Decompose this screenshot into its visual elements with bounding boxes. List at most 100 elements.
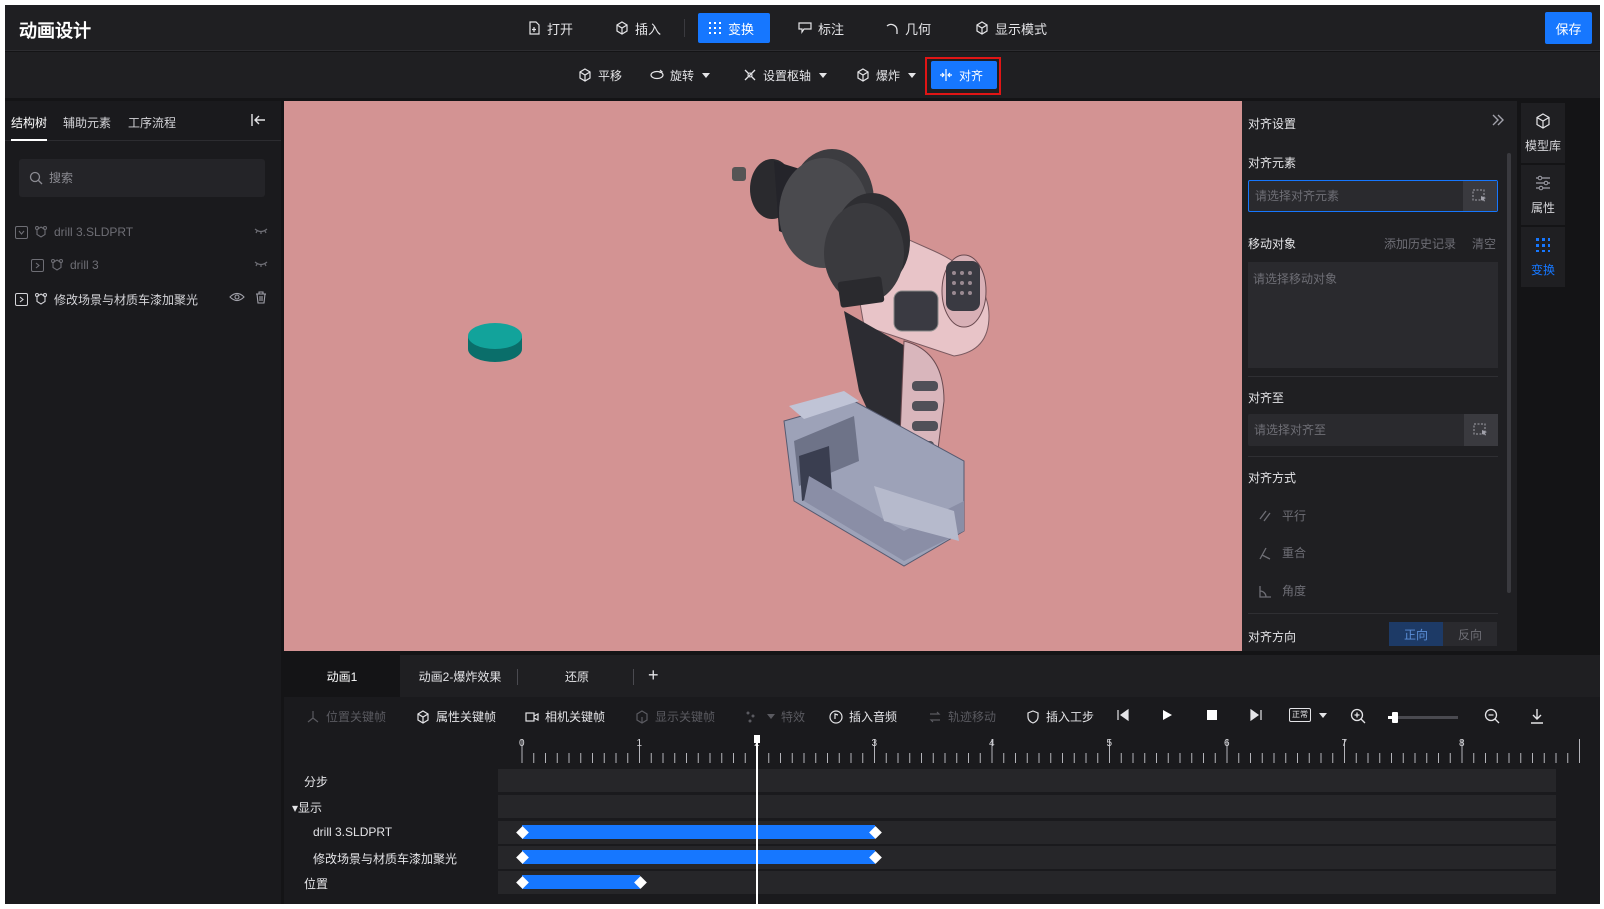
clear-link[interactable]: 清空 [1472,235,1496,252]
model-library-tab[interactable]: 模型库 [1521,103,1565,163]
tab-helper-elements[interactable]: 辅助元素 [63,114,111,131]
display-mode-button[interactable]: 显示模式 [965,13,1057,43]
collapse-panel-icon[interactable] [251,113,267,130]
display-keyframe-button[interactable]: 显示关键帧 [635,708,715,725]
download-icon[interactable] [1530,708,1544,724]
direction-reverse-button[interactable]: 反向 [1443,622,1497,646]
tree-item[interactable]: 修改场景与材质车漆加聚光 [15,289,271,309]
method-angle[interactable]: 角度 [1258,582,1306,599]
next-frame-icon[interactable] [1249,708,1263,722]
app-title: 动画设计 [19,21,91,41]
align-element-input[interactable] [1249,189,1459,203]
tree-item[interactable]: drill 3 [31,255,271,275]
zoom-out-icon[interactable] [1484,708,1500,724]
geometry-button[interactable]: 几何 [875,13,941,43]
camera-keyframe-label: 相机关键帧 [545,710,606,724]
insert-step-button[interactable]: 插入工步 [1026,708,1094,725]
add-history-link[interactable]: 添加历史记录 [1384,235,1456,252]
double-chevron-right-icon[interactable] [1491,114,1505,129]
teal-cylinder[interactable] [468,323,522,362]
align-to-input[interactable] [1248,423,1458,437]
hidden-eye-icon[interactable] [253,257,269,272]
insert-button[interactable]: 插入 [605,13,671,43]
cube-icon [416,709,430,724]
save-button[interactable]: 保存 [1545,12,1592,44]
annotate-button[interactable]: 标注 [788,13,854,43]
position-keyframe-button[interactable]: 位置关键帧 [306,708,386,725]
method-coincident[interactable]: 重合 [1258,544,1306,561]
method-parallel-label: 平行 [1282,509,1307,523]
open-button[interactable]: 打开 [517,13,583,43]
search-input[interactable] [49,171,249,185]
track-row[interactable] [498,821,1556,844]
tab-animation-1[interactable]: 动画1 [284,655,400,697]
play-icon[interactable] [1160,708,1174,722]
model-library-icon [1534,112,1552,133]
app-frame: 动画设计 打开 插入 变换 标注 几何 显示模式 保存 平移 旋转 设置枢轴 爆… [5,5,1600,904]
zoom-slider-handle[interactable] [1392,712,1398,723]
transform-button[interactable]: 变换 [698,13,770,43]
property-keyframe-button[interactable]: 属性关键帧 [416,708,496,725]
trajectory-move-label: 轨迹移动 [948,710,997,724]
ruler-label: 7 [1342,738,1348,749]
trash-icon[interactable] [255,291,267,307]
eye-icon[interactable] [229,291,245,306]
tab-restore[interactable]: 还原 [524,655,630,697]
insert-audio-button[interactable]: 插入音频 [829,708,897,725]
translate-button[interactable]: 平移 [570,61,630,89]
zoom-slider[interactable] [1388,712,1458,723]
transform-tab-label: 变换 [1530,263,1555,277]
panel-title: 对齐设置 [1248,117,1297,131]
track-row[interactable] [498,871,1556,894]
method-parallel[interactable]: 平行 [1258,507,1306,524]
panel-scrollbar[interactable] [1507,153,1511,593]
camera-keyframe-button[interactable]: 相机关键帧 [525,708,605,725]
direction-forward-button[interactable]: 正向 [1389,622,1443,646]
hidden-eye-icon[interactable] [253,224,269,239]
keyframe-bar[interactable] [522,875,640,889]
track-label: 位置 [304,877,329,891]
assembly-icon [50,258,64,272]
tree-item[interactable]: drill 3.SLDPRT [15,222,271,242]
stop-icon[interactable] [1205,708,1219,722]
keyframe-bar[interactable] [522,850,875,864]
expand-toggle-icon[interactable] [31,258,44,272]
effects-button[interactable]: 特效 [745,708,805,725]
collapse-toggle-icon[interactable] [15,225,28,239]
position-axes-icon [306,710,320,724]
3d-viewport[interactable] [284,101,1242,651]
pick-select-icon[interactable] [1464,414,1498,446]
assembly-icon [34,225,48,239]
track-label[interactable]: ▾显示 [292,799,322,816]
trajectory-move-button[interactable]: 轨迹移动 [928,708,996,725]
set-pivot-button[interactable]: 设置枢轴 [735,61,835,89]
parallel-icon [1258,509,1272,523]
zoom-in-icon[interactable] [1350,708,1366,724]
explode-chevron-down-icon [908,72,917,78]
previous-frame-icon[interactable] [1116,708,1130,722]
speed-badge: 正常 [1289,708,1311,722]
drill-model[interactable] [732,149,990,567]
track-row[interactable] [498,846,1556,869]
rotate-button[interactable]: 旋转 [642,61,718,89]
tab-animation-2[interactable]: 动画2-爆炸效果 [404,655,516,697]
properties-tab[interactable]: 属性 [1521,165,1565,225]
playback-speed-dropdown[interactable]: 正常 [1289,708,1327,722]
transform-tab[interactable]: 变换 [1521,227,1565,287]
expand-toggle-icon[interactable] [15,292,28,306]
move-object-input[interactable] [1248,262,1498,368]
time-ruler[interactable]: 012345678 [498,735,1588,765]
insert-step-label: 插入工步 [1046,710,1095,724]
track-row[interactable] [498,769,1556,792]
tab-structure-tree[interactable]: 结构树 [11,114,48,141]
pick-select-icon[interactable] [1463,181,1497,211]
animation-tabs: 动画1 动画2-爆炸效果 还原 + [284,655,1600,697]
geometry-label: 几何 [905,21,932,37]
explode-button[interactable]: 爆炸 [848,61,924,89]
playhead[interactable] [756,741,758,904]
trajectory-icon [928,710,942,724]
tab-process-flow[interactable]: 工序流程 [128,114,176,131]
add-tab-icon[interactable]: + [648,665,659,686]
keyframe-bar[interactable] [522,825,875,839]
track-row[interactable] [498,795,1556,818]
